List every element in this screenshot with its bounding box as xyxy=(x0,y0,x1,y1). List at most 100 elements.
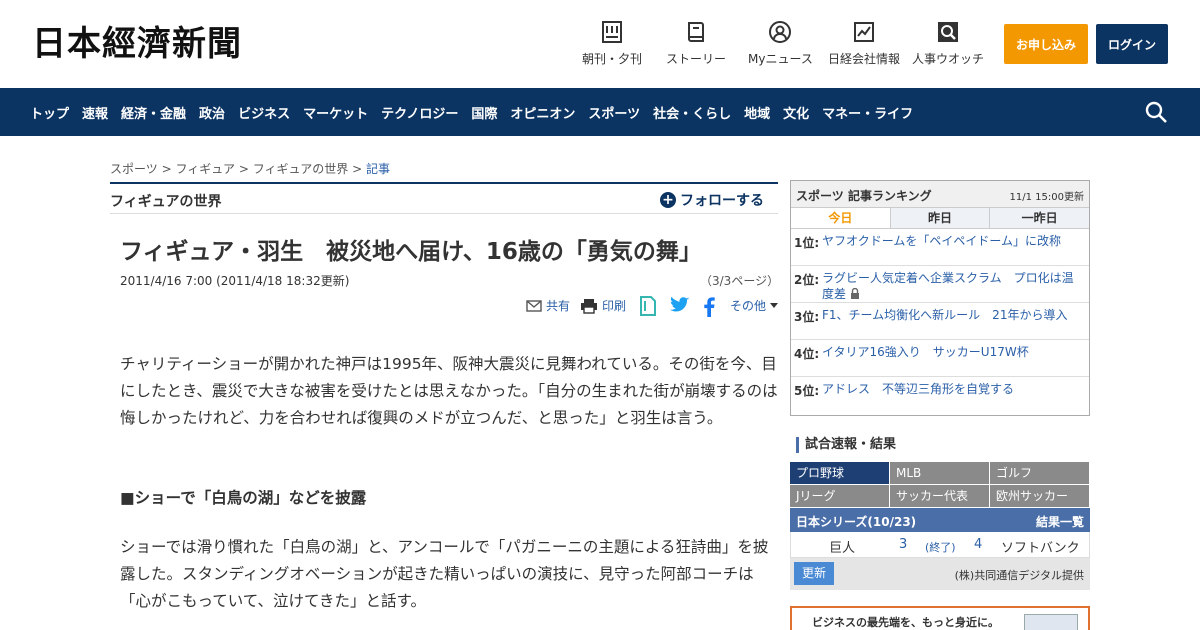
caret-down-icon xyxy=(770,302,779,308)
breadcrumb: スポーツ > フィギュア > フィギュアの世界 > 記事 xyxy=(110,160,390,177)
article-headline: フィギュア・羽生 被災地へ届け、16歳の「勇気の舞」 xyxy=(120,239,702,265)
header-nav-story[interactable]: ストーリー xyxy=(666,20,726,68)
gnav-item-breaking[interactable]: 速報 xyxy=(82,103,108,122)
gnav-item-economy[interactable]: 経済・金融 xyxy=(121,103,186,122)
ranking-title: スポーツ 記事ランキング xyxy=(796,189,932,203)
gnav-item-opinion[interactable]: オピニオン xyxy=(510,103,575,122)
ranking-item[interactable]: 3位: F1、チーム均衡化へ新ルール 21年から導入 xyxy=(791,303,1089,340)
gnav-item-international[interactable]: 国際 xyxy=(471,103,497,122)
sports-ranking-panel: スポーツ 記事ランキング 11/1 15:00更新 今日 昨日 一昨日 1位: … xyxy=(790,180,1090,416)
facebook-button[interactable] xyxy=(703,295,715,317)
ad-text: ビジネスの最先端を、もっと身近に。 xyxy=(812,616,999,629)
header-nav-label: 人事ウオッチ xyxy=(912,52,985,66)
scores-categories: プロ野球 MLB ゴルフ Jリーグ サッカー代表 欧州サッカー xyxy=(790,462,1090,508)
ranking-item[interactable]: 2位: ラグビー人気定着へ企業スクラム プロ化は温度差 xyxy=(791,266,1089,303)
gnav-item-money-life[interactable]: マネー・ライフ xyxy=(822,103,913,122)
series-title: 日本シリーズ(10/23) xyxy=(796,515,917,529)
gnav-item-business[interactable]: ビジネス xyxy=(238,103,290,122)
share-label: 共有 xyxy=(546,299,571,313)
search-icon[interactable] xyxy=(1144,100,1168,124)
ranking-item[interactable]: 1位: ヤフオクドームを「ペイペイドーム」に改称 xyxy=(791,229,1089,266)
section-title[interactable]: フィギュアの世界 xyxy=(110,191,221,211)
breadcrumb-sports[interactable]: スポーツ xyxy=(110,162,158,176)
magnifier-icon xyxy=(936,20,960,44)
ranking-header: スポーツ 記事ランキング 11/1 15:00更新 xyxy=(791,181,1089,208)
game-status: (終了) xyxy=(925,541,956,554)
score-tab-npb[interactable]: プロ野球 xyxy=(790,462,890,485)
twitter-icon xyxy=(670,296,689,312)
away-score: 4 xyxy=(974,537,983,552)
book-icon xyxy=(684,20,708,44)
gnav-item-culture[interactable]: 文化 xyxy=(783,103,809,122)
ranking-link[interactable]: ヤフオクドームを「ペイペイドーム」に改称 xyxy=(822,233,1082,249)
mail-icon xyxy=(526,299,542,312)
ranking-number: 2位: xyxy=(794,273,820,287)
page-info: （3/3ページ） xyxy=(700,274,780,288)
header-nav-morning-evening[interactable]: 朝刊・夕刊 xyxy=(582,20,642,68)
breadcrumb-current: 記事 xyxy=(365,162,390,176)
twitter-button[interactable] xyxy=(670,296,690,314)
gnav-item-society[interactable]: 社会・くらし xyxy=(653,103,731,122)
refresh-button[interactable]: 更新 xyxy=(794,562,834,585)
ranking-link[interactable]: ラグビー人気定着へ企業スクラム プロ化は温度差 xyxy=(822,270,1082,302)
results-list-link[interactable]: 結果一覧 xyxy=(1036,513,1084,530)
print-label: 印刷 xyxy=(602,299,627,313)
more-share-button[interactable]: その他 xyxy=(730,297,779,314)
ranking-number: 4位: xyxy=(794,347,820,361)
score-tab-mlb[interactable]: MLB xyxy=(890,462,990,485)
ranking-link[interactable]: アドレス 不等辺三角形を自覚する xyxy=(822,381,1082,397)
newspaper-icon xyxy=(600,20,624,44)
more-label: その他 xyxy=(730,299,767,313)
scores-footer: 更新 (株)共同通信デジタル提供 xyxy=(790,558,1090,590)
site-logo[interactable]: 日本經濟新聞 xyxy=(32,22,322,66)
breadcrumb-figure-world[interactable]: フィギュアの世界 xyxy=(253,162,349,176)
gnav-item-sports[interactable]: スポーツ xyxy=(588,103,640,122)
ad-image xyxy=(1024,614,1078,630)
plus-icon: + xyxy=(660,192,676,208)
header-nav-personnel-watch[interactable]: 人事ウオッチ xyxy=(912,20,984,68)
ranking-number: 1位: xyxy=(794,236,820,250)
score-tab-euro-soccer[interactable]: 欧州サッカー xyxy=(990,485,1090,508)
header-nav-mynews[interactable]: Myニュース xyxy=(748,20,813,68)
breadcrumb-separator: > xyxy=(352,162,363,176)
lock-icon xyxy=(851,288,860,299)
share-bar: 共有 印刷 その他 xyxy=(526,294,779,320)
gnav-item-top[interactable]: トップ xyxy=(30,103,69,122)
follow-label: フォローする xyxy=(680,193,764,209)
breadcrumb-figure[interactable]: フィギュア xyxy=(175,162,235,176)
ranking-number: 3位: xyxy=(794,310,820,324)
section-header: フィギュアの世界 + フォローする xyxy=(110,182,778,214)
gnav-item-technology[interactable]: テクノロジー xyxy=(381,103,458,122)
ranking-item[interactable]: 5位: アドレス 不等辺三角形を自覚する xyxy=(791,377,1089,414)
game-result-row[interactable]: 巨人 3 (終了) 4 ソフトバンク xyxy=(790,532,1090,558)
ranking-link[interactable]: F1、チーム均衡化へ新ルール 21年から導入 xyxy=(822,307,1082,323)
clip-button[interactable] xyxy=(639,295,657,317)
header-nav-label: ストーリー xyxy=(666,52,727,66)
share-button[interactable]: 共有 xyxy=(526,297,570,314)
gnav-item-politics[interactable]: 政治 xyxy=(199,103,225,122)
clip-icon xyxy=(640,296,656,316)
score-tab-golf[interactable]: ゴルフ xyxy=(990,462,1090,485)
print-button[interactable]: 印刷 xyxy=(580,297,626,314)
header-nav-company-info[interactable]: 日経会社情報 xyxy=(828,20,900,68)
tab-yesterday[interactable]: 昨日 xyxy=(890,208,991,228)
home-score: 3 xyxy=(899,537,908,552)
tab-day-before-yesterday[interactable]: 一昨日 xyxy=(990,208,1090,228)
series-bar: 日本シリーズ(10/23) 結果一覧 xyxy=(790,508,1090,532)
follow-button[interactable]: + フォローする xyxy=(660,190,764,210)
global-nav-items: トップ 速報 経済・金融 政治 ビジネス マーケット テクノロジー 国際 オピニ… xyxy=(30,88,913,136)
provider-credit: (株)共同通信デジタル提供 xyxy=(954,569,1084,582)
login-button[interactable]: ログイン xyxy=(1096,24,1168,64)
score-tab-jleague[interactable]: Jリーグ xyxy=(790,485,890,508)
gnav-item-market[interactable]: マーケット xyxy=(303,103,368,122)
ad-banner[interactable]: ビジネスの最先端を、もっと身近に。 xyxy=(790,606,1090,630)
score-tab-soccer-national[interactable]: サッカー代表 xyxy=(890,485,990,508)
facebook-icon xyxy=(704,297,715,317)
ranking-tabs: 今日 昨日 一昨日 xyxy=(791,208,1090,229)
ranking-link[interactable]: イタリア16強入り サッカーU17W杯 xyxy=(822,344,1082,360)
ranking-item[interactable]: 4位: イタリア16強入り サッカーU17W杯 xyxy=(791,340,1089,377)
apply-button[interactable]: お申し込み xyxy=(1004,24,1088,64)
gnav-item-region[interactable]: 地域 xyxy=(744,103,770,122)
tab-today[interactable]: 今日 xyxy=(791,208,891,228)
header-nav-label: 朝刊・夕刊 xyxy=(582,52,643,66)
